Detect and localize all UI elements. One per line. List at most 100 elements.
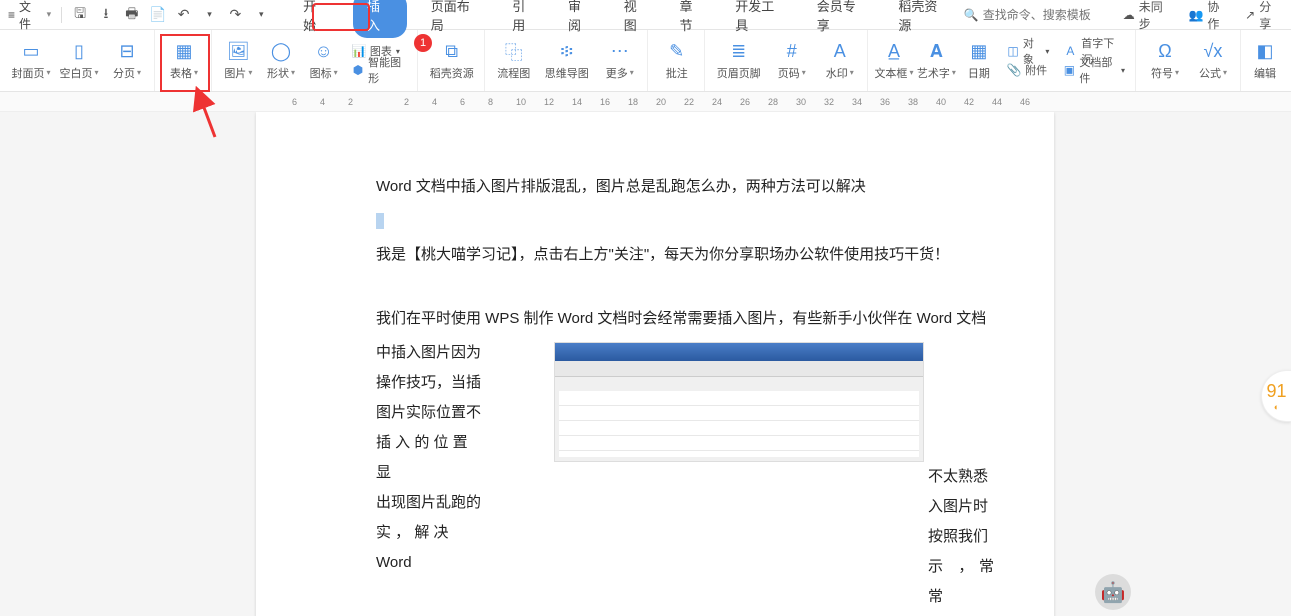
symbol-icon: Ω [1153,41,1177,63]
flow-icon: ⿻ [502,41,526,63]
ruler-tick: 38 [908,97,918,107]
docpart-button[interactable]: ▣文档部件▾ [1063,61,1125,79]
ruler-tick: 2 [348,97,353,107]
wrap-left: 中插入图片因为 操作技巧，当插 图片实际位置不 插 入 的 位 置 显 出现图片… [376,338,486,578]
share-label: 分享 [1259,0,1283,32]
redo-icon[interactable]: ↷ [227,7,243,23]
docpart-icon: ▣ [1063,63,1075,77]
attach-icon: 📎 [1007,63,1021,77]
avatar-face-icon: 🤖 [1101,580,1126,605]
headerfooter-button[interactable]: ≣页眉页脚 [711,33,767,89]
embedded-image[interactable] [554,342,924,462]
smart-label: 智能图形 [368,54,407,86]
ruler-tick: 32 [824,97,834,107]
collab-button[interactable]: 👥 协作 [1188,0,1231,32]
wr1: 入图片时 [928,492,994,522]
ruler-tick: 18 [628,97,638,107]
wl2: 图片实际位置不 [376,398,486,428]
para-intro: 我是【桃大喵学习记】，点击右上方"关注"，每天为你分享职场办公软件使用技巧干货！ [376,240,994,270]
table-button[interactable]: ▦表格▾ [161,33,207,89]
divider [61,7,62,23]
shape-button[interactable]: ◯形状▾ [261,33,302,89]
attach-button[interactable]: 📎附件 [1007,61,1049,79]
break-label: 分页 [113,65,135,81]
cover-page-button[interactable]: ▭封面页▾ [8,33,54,89]
ruler-tick: 14 [572,97,582,107]
table-label: 表格 [170,65,192,81]
ruler-tick: 4 [432,97,437,107]
annot-badge-1: 1 [414,34,432,52]
horizontal-ruler[interactable]: 6422468101214161820222426283032343638404… [0,92,1291,112]
more-label: 更多 [606,65,628,81]
blank-page-button[interactable]: ▯空白页▾ [56,33,102,89]
titlebar-right: ☁未同步 👥 协作 ↗分享 [1123,0,1283,32]
mindmap-button[interactable]: ፨思维导图 [539,33,595,89]
ruler-tick: 46 [1020,97,1030,107]
chart-icon: 📊 [352,44,366,58]
formula-icon: √x [1201,41,1225,63]
picture-icon: 🖼 [226,41,250,63]
group-symbol: Ω符号▾ √x公式▾ [1138,30,1241,91]
blank-label: 空白页 [59,65,92,81]
text-col2: A首字下沉 ▣文档部件▾ [1057,42,1131,79]
collab-icon: 👥 [1188,8,1203,22]
share-button[interactable]: ↗分享 [1245,0,1283,32]
editor-label: 编辑 [1254,65,1276,81]
table-icon: ▦ [172,41,196,63]
blank-icon: ▯ [67,41,91,63]
undo-icon[interactable]: ↶ [176,7,192,23]
save-icon[interactable]: 🖫 [72,7,88,23]
date-button[interactable]: ▦日期 [959,33,999,89]
page-break-button[interactable]: ⊟分页▾ [104,33,150,89]
wl4: 出现图片乱跑的 [376,488,486,518]
ruler-tick: 10 [516,97,526,107]
more-button[interactable]: ⋯更多▾ [597,33,643,89]
collab-label: 协作 [1207,0,1231,32]
formula-button[interactable]: √x公式▾ [1190,33,1236,89]
dropcap-icon: A [1063,44,1077,58]
comment-icon: ✎ [665,41,689,63]
comment-button[interactable]: ✎批注 [654,33,700,89]
undo-caret-icon[interactable]: ▾ [202,7,218,23]
document-page[interactable]: Word 文档中插入图片排版混乱，图片总是乱跑怎么办，两种方法可以解决 我是【桃… [256,112,1054,616]
export-icon[interactable]: ⭳ [98,7,114,23]
editor-button[interactable]: ◧ 编辑 [1247,33,1283,89]
ribbon-insert: ▭封面页▾ ▯空白页▾ ⊟分页▾ ▦表格▾ 🖼图片▾ ◯形状▾ ☺图标▾ 📊图表… [0,30,1291,92]
print-icon[interactable]: 🖶 [124,7,140,23]
pagenum-button[interactable]: #页码▾ [769,33,815,89]
icon-button[interactable]: ☺图标▾ [303,33,344,89]
ruler-tick: 6 [460,97,465,107]
watermark-button[interactable]: A水印▾ [817,33,863,89]
break-icon: ⊟ [115,41,139,63]
command-search[interactable]: 🔍 [964,8,1103,22]
qat-more-icon[interactable]: ▾ [253,7,269,23]
search-input[interactable] [983,8,1103,22]
group-comment: ✎批注 [650,30,705,91]
ruler-tick: 12 [544,97,554,107]
assistant-avatar[interactable]: 🤖 [1095,574,1131,610]
img-toolbar [555,361,923,377]
smartart-button[interactable]: ⬢智能图形 [352,61,407,79]
editor-icon: ◧ [1253,41,1277,63]
cover-icon: ▭ [19,41,43,63]
print-preview-icon[interactable]: 📄 [150,7,166,23]
para-body-top: 我们在平时使用 WPS 制作 Word 文档时会经常需要插入图片，有些新手小伙伴… [376,304,994,334]
docer-button[interactable]: ⧉稻壳资源 [424,33,480,89]
flowchart-button[interactable]: ⿻流程图 [491,33,537,89]
ruler-tick: 20 [656,97,666,107]
date-label: 日期 [968,65,990,81]
file-menu[interactable]: ≡ 文件 ▾ [8,0,51,32]
wl5: 实 ， 解 决 Word [376,518,486,578]
textbox-button[interactable]: A̲文本框▾ [874,33,914,89]
symbol-button[interactable]: Ω符号▾ [1142,33,1188,89]
object-button[interactable]: ◫对象▾ [1007,42,1049,60]
search-icon: 🔍 [964,8,979,22]
sync-status[interactable]: ☁未同步 [1123,0,1175,32]
ruler-tick: 2 [404,97,409,107]
wordart-button[interactable]: 𝐀艺术字▾ [916,33,956,89]
watermark-icon: A [828,41,852,63]
wl3: 插 入 的 位 置 显 [376,428,486,488]
picture-button[interactable]: 🖼图片▾ [218,33,259,89]
shape-icon: ◯ [269,41,293,63]
obj-col: ◫对象▾ 📎附件 [1001,42,1055,79]
